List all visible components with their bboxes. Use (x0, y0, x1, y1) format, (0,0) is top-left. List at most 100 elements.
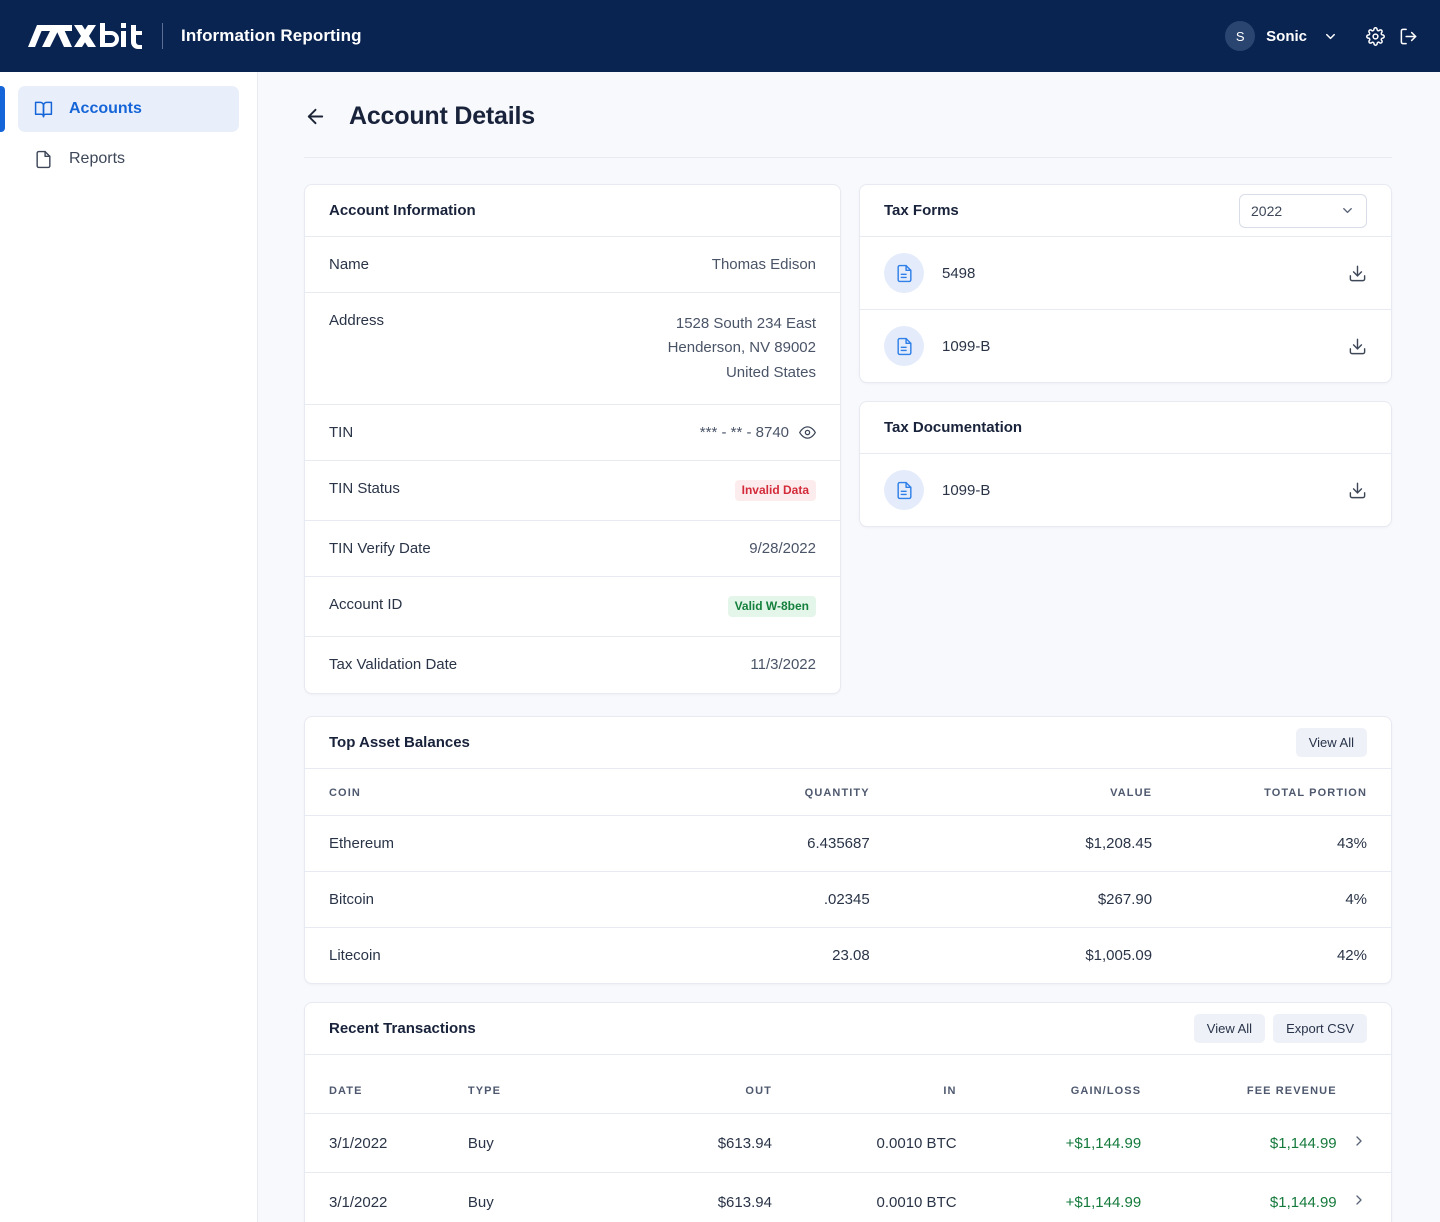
active-indicator (0, 86, 5, 132)
top-asset-balances-table: COIN QUANTITY VALUE TOTAL PORTION Ethere… (305, 769, 1391, 983)
cell-date: 3/1/2022 (305, 1114, 468, 1173)
chevron-right-icon[interactable] (1351, 1192, 1367, 1208)
table-header-row: DATE TYPE OUT IN GAIN/LOSS FEE REVENUE (305, 1055, 1391, 1114)
account-information-column: Account Information Name Thomas Edison A… (304, 184, 841, 694)
row-label: Tax Validation Date (329, 656, 457, 673)
download-icon[interactable] (1348, 337, 1367, 356)
eye-icon[interactable] (799, 424, 816, 441)
table-body: Ethereum 6.435687 $1,208.45 43% Bitcoin … (305, 816, 1391, 984)
download-icon[interactable] (1348, 481, 1367, 500)
table-row[interactable]: 3/1/2022 Buy $613.94 0.0010 BTC +$1,144.… (305, 1173, 1391, 1222)
row-value-wrap: *** - ** - 8740 (700, 424, 816, 441)
table-header: DATE TYPE OUT IN GAIN/LOSS FEE REVENUE (305, 1055, 1391, 1114)
table-row[interactable]: Bitcoin .02345 $267.90 4% (305, 872, 1391, 928)
gear-icon[interactable] (1366, 27, 1385, 46)
card-title: Tax Documentation (884, 419, 1022, 436)
view-all-button[interactable]: View All (1296, 728, 1367, 757)
card-header: Tax Forms 2022 (860, 185, 1391, 237)
table-row[interactable]: Litecoin 23.08 $1,005.09 42% (305, 928, 1391, 984)
column-header-fee-revenue: FEE REVENUE (1141, 1055, 1336, 1114)
cell-fee-revenue: $1,144.99 (1141, 1114, 1336, 1173)
document-icon (884, 470, 924, 510)
tax-column: Tax Forms 2022 (859, 184, 1392, 527)
app-subtitle: Information Reporting (181, 26, 362, 46)
cell-date: 3/1/2022 (305, 1173, 468, 1222)
view-all-button[interactable]: View All (1194, 1014, 1265, 1043)
table-row[interactable]: Ethereum 6.435687 $1,208.45 43% (305, 816, 1391, 872)
card-header: Tax Documentation (860, 402, 1391, 454)
export-csv-button[interactable]: Export CSV (1273, 1014, 1367, 1043)
row-value: 1528 South 234 EastHenderson, NV 89002Un… (668, 312, 816, 385)
arrow-left-icon[interactable] (304, 105, 327, 128)
tax-documentation-name: 1099-B (942, 482, 990, 499)
cell-value: $1,208.45 (870, 816, 1152, 872)
book-icon (34, 100, 53, 119)
tax-documentation-row[interactable]: 1099-B (860, 454, 1391, 526)
row-label: TIN Status (329, 480, 400, 497)
row-label: TIN Verify Date (329, 540, 431, 557)
column-header-total-portion: TOTAL PORTION (1152, 769, 1391, 816)
info-row-address: Address 1528 South 234 EastHenderson, NV… (305, 293, 840, 405)
row-value: 11/3/2022 (750, 656, 816, 673)
card-actions: View All (1296, 728, 1367, 757)
card-header: Top Asset Balances View All (305, 717, 1391, 769)
cell-quantity: 23.08 (609, 928, 870, 984)
cell-out: $613.94 (609, 1173, 772, 1222)
app-header: Information Reporting S Sonic (0, 0, 1440, 72)
tax-form-name: 5498 (942, 265, 975, 282)
cell-total-portion: 42% (1152, 928, 1391, 984)
tax-year-value: 2022 (1251, 203, 1282, 219)
row-value-wrap: Valid W-8ben (728, 596, 816, 617)
column-header-gain-loss: GAIN/LOSS (957, 1055, 1142, 1114)
chevron-down-icon[interactable] (1323, 29, 1338, 44)
row-label: Name (329, 256, 369, 273)
column-header-out: OUT (609, 1055, 772, 1114)
cell-coin: Ethereum (305, 816, 609, 872)
row-value-wrap: Invalid Data (735, 480, 816, 501)
taxbit-logo[interactable] (28, 21, 144, 51)
cell-quantity: 6.435687 (609, 816, 870, 872)
sidebar: Accounts Reports (0, 72, 258, 1222)
table-body: 3/1/2022 Buy $613.94 0.0010 BTC +$1,144.… (305, 1114, 1391, 1222)
column-header-in: IN (772, 1055, 957, 1114)
table-header-row: COIN QUANTITY VALUE TOTAL PORTION (305, 769, 1391, 816)
card-actions: View All Export CSV (1194, 1014, 1367, 1043)
tax-form-row[interactable]: 1099-B (860, 310, 1391, 382)
logout-icon[interactable] (1399, 27, 1418, 46)
recent-transactions-card: Recent Transactions View All Export CSV … (304, 1002, 1392, 1222)
card-title: Top Asset Balances (329, 734, 470, 751)
column-header-type: TYPE (468, 1055, 609, 1114)
card-title: Tax Forms (884, 202, 959, 219)
cell-gain-loss: +$1,144.99 (957, 1173, 1142, 1222)
main-content: Account Details Account Information Name… (258, 72, 1440, 1222)
cell-fee-revenue: $1,144.99 (1141, 1173, 1336, 1222)
cell-value: $267.90 (870, 872, 1152, 928)
table-row[interactable]: 3/1/2022 Buy $613.94 0.0010 BTC +$1,144.… (305, 1114, 1391, 1173)
info-row-account-id: Account ID Valid W-8ben (305, 577, 840, 637)
cell-type: Buy (468, 1114, 609, 1173)
cell-chevron (1337, 1173, 1391, 1222)
sidebar-item-reports[interactable]: Reports (18, 136, 239, 182)
cell-chevron (1337, 1114, 1391, 1173)
tin-value: *** - ** - 8740 (700, 424, 789, 441)
info-row-tin: TIN *** - ** - 8740 (305, 405, 840, 461)
column-header-value: VALUE (870, 769, 1152, 816)
sidebar-item-accounts[interactable]: Accounts (18, 86, 239, 132)
card-title: Recent Transactions (329, 1020, 476, 1037)
info-row-tin-status: TIN Status Invalid Data (305, 461, 840, 521)
tax-forms-card: Tax Forms 2022 (859, 184, 1392, 383)
chevron-right-icon[interactable] (1351, 1133, 1367, 1149)
document-icon (884, 253, 924, 293)
download-icon[interactable] (1348, 264, 1367, 283)
tax-year-select[interactable]: 2022 (1239, 194, 1367, 228)
user-menu-label[interactable]: Sonic (1266, 28, 1307, 45)
row-value: Thomas Edison (712, 256, 816, 273)
header-actions: S Sonic (1225, 21, 1418, 51)
tax-form-row[interactable]: 5498 (860, 237, 1391, 310)
file-icon (34, 150, 53, 169)
avatar[interactable]: S (1225, 21, 1255, 51)
card-header: Account Information (305, 185, 840, 237)
brand-divider (162, 23, 163, 49)
column-header-spacer (1337, 1055, 1391, 1114)
cell-gain-loss: +$1,144.99 (957, 1114, 1142, 1173)
